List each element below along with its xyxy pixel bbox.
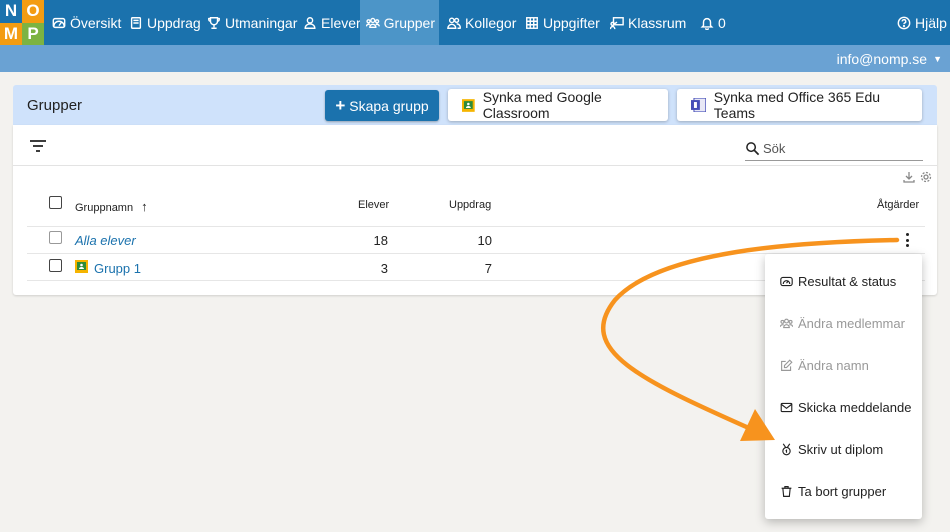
toolbar-divider (13, 165, 937, 166)
nav-elever[interactable]: Elever (299, 0, 365, 45)
group-assignments-count: 7 (484, 261, 492, 276)
nav-uppgifter-label: Uppgifter (543, 14, 600, 31)
filter-icon[interactable] (29, 139, 47, 153)
column-header-actions: Åtgärder (877, 199, 920, 211)
select-all-checkbox[interactable] (49, 196, 62, 209)
account-bar: info@nomp.se ▼ (0, 45, 950, 72)
table-icon (526, 16, 538, 29)
row-checkbox[interactable] (49, 231, 62, 244)
group-name-link[interactable]: Grupp 1 (94, 261, 141, 276)
menu-item-rename[interactable]: Ändra namn (765, 344, 922, 386)
group-students-count: 3 (380, 261, 388, 276)
menu-item-label: Ändra medlemmar (798, 315, 905, 331)
search-box (745, 137, 923, 161)
row-divider (27, 226, 925, 227)
users-icon (780, 318, 793, 328)
edit-icon (781, 358, 793, 371)
group-name-link[interactable]: Alla elever (75, 233, 136, 248)
nav-elever-label: Elever (321, 14, 361, 31)
nav-grupper-label: Grupper (383, 14, 435, 31)
nav-oversikt-label: Översikt (70, 14, 122, 31)
menu-item-label: Resultat & status (798, 273, 897, 289)
nav-help-label: Hjälp (915, 14, 947, 31)
nav-grupper[interactable]: Grupper (360, 0, 439, 45)
nav-utmaningar[interactable]: Utmaningar (203, 0, 301, 45)
logo-letter-m: M (0, 22, 22, 45)
column-header-students[interactable]: Elever (358, 199, 389, 211)
classroom-icon (610, 16, 624, 29)
table-tools (903, 171, 932, 183)
nomp-logo[interactable]: N O M P (0, 0, 44, 45)
sort-ascending-icon: ↑ (141, 199, 148, 214)
bell-icon (700, 17, 714, 30)
nav-uppdrag-label: Uppdrag (147, 14, 201, 31)
logo-letter-o: O (22, 0, 44, 23)
menu-item-results-status[interactable]: Resultat & status (765, 260, 922, 302)
nav-notifications[interactable]: 0 (696, 0, 730, 45)
medal-icon (782, 442, 791, 455)
nav-klassrum[interactable]: Klassrum (606, 0, 690, 45)
nav-kollegor[interactable]: Kollegor (443, 0, 520, 45)
search-input[interactable] (763, 141, 913, 156)
create-group-button[interactable]: + Skapa grupp (325, 90, 439, 121)
notification-count: 0 (718, 14, 726, 31)
nav-kollegor-label: Kollegor (465, 14, 517, 31)
google-classroom-icon (462, 98, 475, 112)
colleagues-icon (447, 16, 461, 29)
menu-item-edit-members[interactable]: Ändra medlemmar (765, 302, 922, 344)
book-icon (130, 16, 142, 29)
sync-office-label: Synka med Office 365 Edu Teams (713, 89, 881, 121)
logo-letter-p: P (22, 22, 44, 45)
gauge-icon (780, 276, 793, 286)
gauge-icon (52, 17, 66, 28)
create-group-label: Skapa grupp (349, 97, 429, 114)
trash-icon (781, 485, 792, 497)
menu-item-send-message[interactable]: Skicka meddelande (765, 386, 922, 428)
row-actions-dropdown: Resultat & status Ändra medlemmar Ändra … (765, 254, 922, 519)
menu-item-print-diploma[interactable]: Skriv ut diplom (765, 428, 922, 470)
search-icon (746, 142, 760, 156)
logo-letter-n: N (0, 0, 22, 23)
account-email: info@nomp.se (836, 50, 928, 67)
envelope-icon (780, 402, 793, 412)
download-icon[interactable] (903, 171, 915, 183)
menu-item-label: Ändra namn (798, 357, 869, 373)
top-navbar: N O M P Översikt Uppdrag Utmaningar Elev… (0, 0, 950, 45)
google-classroom-icon (75, 260, 88, 273)
plus-icon: + (335, 96, 346, 115)
sync-office365-button[interactable]: Synka med Office 365 Edu Teams (677, 89, 922, 121)
group-students-count: 18 (373, 233, 388, 248)
account-menu[interactable]: info@nomp.se ▼ (837, 45, 942, 72)
menu-item-label: Ta bort grupper (798, 483, 887, 499)
sync-google-label: Synka med Google Classroom (482, 89, 602, 121)
column-header-name[interactable]: Gruppnamn ↑ (75, 199, 148, 214)
sync-google-classroom-button[interactable]: Synka med Google Classroom (448, 89, 668, 121)
column-header-assignments[interactable]: Uppdrag (449, 199, 491, 211)
trophy-icon (208, 16, 220, 29)
group-assignments-count: 10 (477, 233, 492, 248)
menu-item-delete-groups[interactable]: Ta bort grupper (765, 470, 922, 512)
menu-item-label: Skicka meddelande (798, 399, 912, 415)
users-icon (366, 17, 380, 28)
nav-utmaningar-label: Utmaningar (225, 14, 298, 31)
nav-uppdrag[interactable]: Uppdrag (125, 0, 205, 45)
column-name-label: Gruppnamn (75, 202, 134, 214)
question-icon (897, 16, 911, 29)
user-icon (304, 16, 316, 29)
page-title: Grupper (27, 97, 83, 114)
nav-klassrum-label: Klassrum (628, 14, 687, 31)
nav-help[interactable]: Hjälp (893, 0, 950, 45)
caret-down-icon: ▼ (933, 53, 942, 64)
row-actions-menu-icon[interactable] (906, 233, 910, 247)
nav-oversikt[interactable]: Översikt (48, 0, 125, 45)
teams-icon (691, 98, 706, 112)
menu-item-label: Skriv ut diplom (798, 441, 884, 457)
row-checkbox[interactable] (49, 259, 62, 272)
nav-uppgifter[interactable]: Uppgifter (521, 0, 604, 45)
gear-icon[interactable] (920, 171, 932, 183)
